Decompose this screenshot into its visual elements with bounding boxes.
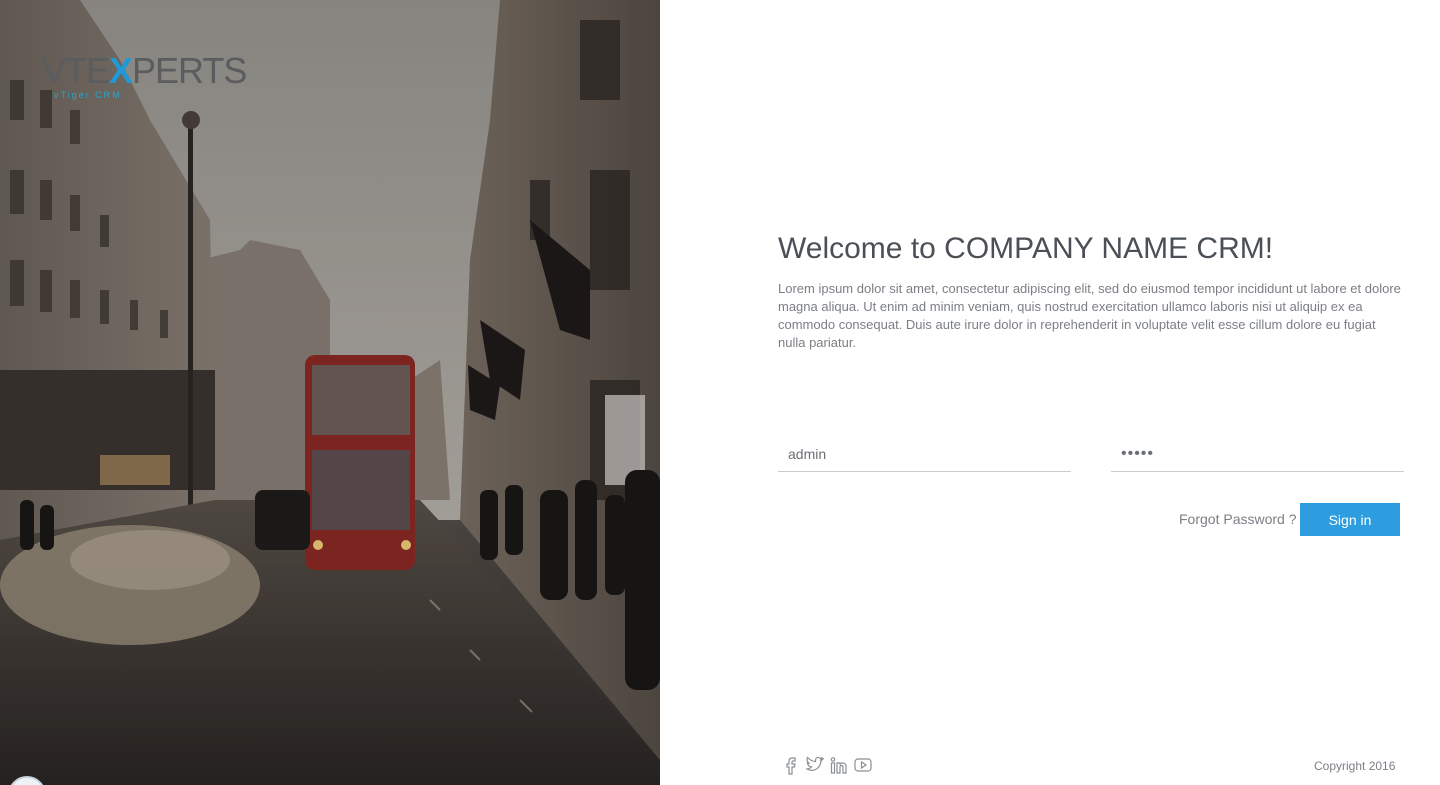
page-description: Lorem ipsum dolor sit amet, consectetur … bbox=[778, 281, 1401, 350]
vtexperts-logo: VTEXPERTS vTiger CRM bbox=[42, 52, 252, 102]
facebook-icon[interactable] bbox=[782, 755, 800, 775]
login-page: VTEXPERTS vTiger CRM Welcome to COMPANY … bbox=[0, 0, 1440, 785]
logo-tagline: vTiger CRM bbox=[54, 90, 122, 100]
logo-wordmark: VTEXPERTS bbox=[42, 50, 247, 91]
linkedin-icon[interactable] bbox=[830, 755, 848, 775]
youtube-icon[interactable] bbox=[854, 755, 872, 775]
sign-in-button[interactable]: Sign in bbox=[1300, 503, 1400, 536]
social-links bbox=[782, 755, 872, 775]
password-input[interactable] bbox=[1111, 436, 1404, 472]
forgot-password-link[interactable]: Forgot Password ? bbox=[1179, 511, 1297, 527]
background-photo: VTEXPERTS vTiger CRM bbox=[0, 0, 660, 785]
street-scene-illustration bbox=[0, 0, 660, 785]
page-title: Welcome to COMPANY NAME CRM! bbox=[778, 232, 1274, 265]
username-input[interactable] bbox=[778, 436, 1071, 472]
twitter-icon[interactable] bbox=[806, 755, 824, 775]
copyright-text: Copyright 2016 bbox=[1314, 759, 1396, 773]
